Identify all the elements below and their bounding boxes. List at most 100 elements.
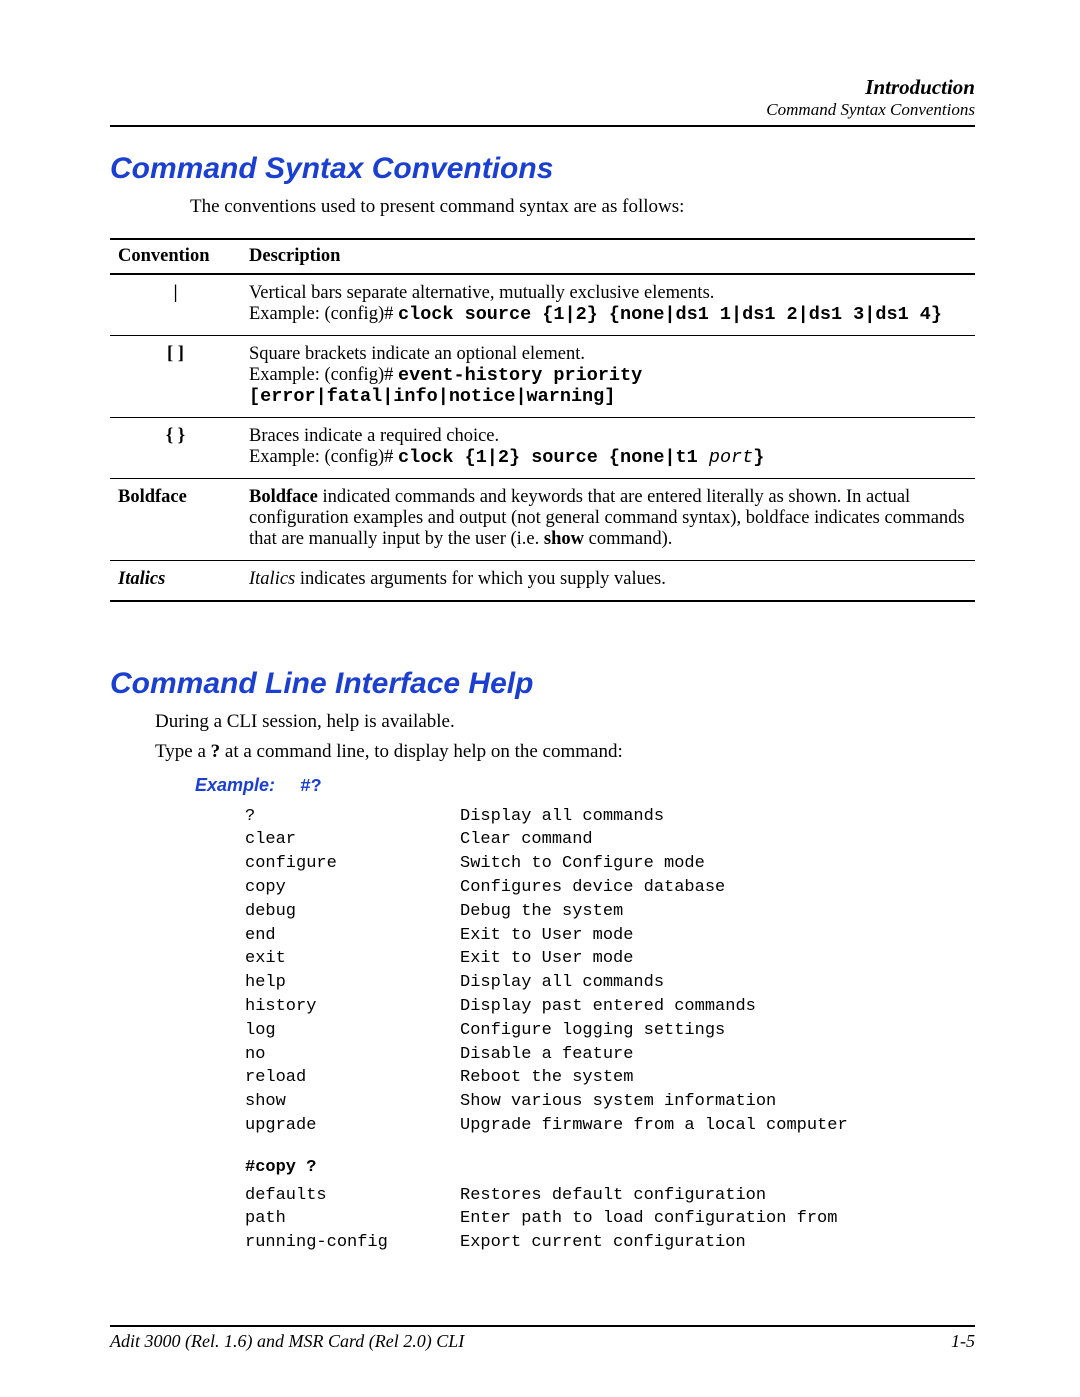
command-name: running-config: [245, 1231, 460, 1255]
command-desc: Disable a feature: [460, 1043, 633, 1067]
command-row: logConfigure logging settings: [245, 1019, 975, 1043]
command-name: show: [245, 1090, 460, 1114]
command-name: clear: [245, 828, 460, 852]
command-desc: Export current configuration: [460, 1231, 746, 1255]
table-header-row: Convention Description: [110, 239, 975, 274]
footer-right: 1-5: [951, 1331, 975, 1352]
command-name: help: [245, 971, 460, 995]
header-subtitle: Command Syntax Conventions: [110, 100, 975, 120]
command-desc: Upgrade firmware from a local computer: [460, 1114, 848, 1138]
command-sub-block: #copy ? defaultsRestores default configu…: [245, 1156, 975, 1255]
table-row: Boldface Boldface indicated commands and…: [110, 478, 975, 560]
conv-desc: Boldface indicated commands and keywords…: [241, 478, 975, 560]
desc-text: Vertical bars separate alternative, mutu…: [249, 283, 714, 303]
command-row: configureSwitch to Configure mode: [245, 852, 975, 876]
command-name: copy: [245, 876, 460, 900]
example-cmd-p1: clock {1|2} source {none|t1: [398, 447, 709, 468]
example-cmd: clock source {1|2} {none|ds1 1|ds1 2|ds1…: [398, 304, 942, 325]
page: Introduction Command Syntax Conventions …: [0, 0, 1080, 1397]
command-name: end: [245, 924, 460, 948]
desc-text: indicates arguments for which you supply…: [295, 569, 666, 589]
command-row: exitExit to User mode: [245, 947, 975, 971]
command-desc: Configure logging settings: [460, 1019, 725, 1043]
conventions-table: Convention Description | Vertical bars s…: [110, 238, 975, 602]
command-desc: Debug the system: [460, 900, 623, 924]
command-name: defaults: [245, 1184, 460, 1208]
command-name: log: [245, 1019, 460, 1043]
example-prompt: #?: [300, 777, 322, 797]
table-row: Italics Italics indicates arguments for …: [110, 560, 975, 601]
sub-prompt: #copy ?: [245, 1156, 975, 1180]
example-prefix: Example: (config)#: [249, 365, 398, 385]
command-desc: Restores default configuration: [460, 1184, 766, 1208]
example-prefix: Example: (config)#: [249, 304, 398, 324]
cli-help-p2: Type a ? at a command line, to display h…: [155, 741, 975, 763]
th-description: Description: [241, 239, 975, 274]
command-row: ?Display all commands: [245, 805, 975, 829]
desc-text: Square brackets indicate an optional ele…: [249, 344, 585, 364]
desc-bold: show: [544, 529, 584, 549]
command-row: historyDisplay past entered commands: [245, 995, 975, 1019]
sub-command-list: defaultsRestores default configurationpa…: [245, 1184, 975, 1255]
conv-symbol: [ ]: [110, 335, 241, 417]
command-name: exit: [245, 947, 460, 971]
command-row: upgradeUpgrade firmware from a local com…: [245, 1114, 975, 1138]
cli-help-p1: During a CLI session, help is available.: [155, 711, 975, 733]
command-name: reload: [245, 1066, 460, 1090]
command-desc: Switch to Configure mode: [460, 852, 705, 876]
desc-bold: Boldface: [249, 487, 318, 507]
example-word: Example:: [195, 775, 275, 795]
command-name: history: [245, 995, 460, 1019]
footer-rule: [110, 1325, 975, 1327]
desc-text: command).: [584, 529, 672, 549]
p2-part-b: ?: [211, 741, 221, 762]
conv-symbol: Boldface: [110, 478, 241, 560]
conv-symbol: |: [110, 274, 241, 336]
command-row: copyConfigures device database: [245, 876, 975, 900]
command-row: helpDisplay all commands: [245, 971, 975, 995]
header-title: Introduction: [110, 75, 975, 100]
example-cmd-p2: }: [753, 447, 764, 468]
conv-symbol: Italics: [110, 560, 241, 601]
command-row: defaultsRestores default configuration: [245, 1184, 975, 1208]
example-prefix: Example: (config)#: [249, 447, 398, 467]
command-desc: Exit to User mode: [460, 947, 633, 971]
footer-row: Adit 3000 (Rel. 1.6) and MSR Card (Rel 2…: [110, 1331, 975, 1352]
conv-desc: Italics indicates arguments for which yo…: [241, 560, 975, 601]
command-row: noDisable a feature: [245, 1043, 975, 1067]
page-header: Introduction Command Syntax Conventions: [110, 75, 975, 121]
command-desc: Show various system information: [460, 1090, 776, 1114]
example-label: Example: #?: [195, 775, 975, 797]
header-rule: [110, 125, 975, 127]
command-row: endExit to User mode: [245, 924, 975, 948]
command-row: pathEnter path to load configuration fro…: [245, 1207, 975, 1231]
desc-ital: Italics: [249, 569, 295, 589]
command-row: debugDebug the system: [245, 900, 975, 924]
table-row: | Vertical bars separate alternative, mu…: [110, 274, 975, 336]
th-convention: Convention: [110, 239, 241, 274]
table-row: { } Braces indicate a required choice. E…: [110, 417, 975, 478]
command-desc: Display past entered commands: [460, 995, 756, 1019]
command-desc: Reboot the system: [460, 1066, 633, 1090]
command-desc: Display all commands: [460, 971, 664, 995]
command-list: ?Display all commandsclearClear commandc…: [245, 805, 975, 1138]
conv-desc: Vertical bars separate alternative, mutu…: [241, 274, 975, 336]
command-name: configure: [245, 852, 460, 876]
table-row: [ ] Square brackets indicate an optional…: [110, 335, 975, 417]
command-desc: Exit to User mode: [460, 924, 633, 948]
conv-desc: Braces indicate a required choice. Examp…: [241, 417, 975, 478]
command-desc: Enter path to load configuration from: [460, 1207, 837, 1231]
conv-symbol: { }: [110, 417, 241, 478]
command-row: running-configExport current configurati…: [245, 1231, 975, 1255]
command-name: ?: [245, 805, 460, 829]
command-desc: Configures device database: [460, 876, 725, 900]
command-row: reloadReboot the system: [245, 1066, 975, 1090]
command-name: path: [245, 1207, 460, 1231]
command-name: debug: [245, 900, 460, 924]
section-heading-cli-help: Command Line Interface Help: [110, 667, 975, 701]
conv-desc: Square brackets indicate an optional ele…: [241, 335, 975, 417]
command-name: upgrade: [245, 1114, 460, 1138]
section-heading-syntax: Command Syntax Conventions: [110, 152, 975, 186]
desc-text: Braces indicate a required choice.: [249, 426, 499, 446]
command-desc: Clear command: [460, 828, 593, 852]
